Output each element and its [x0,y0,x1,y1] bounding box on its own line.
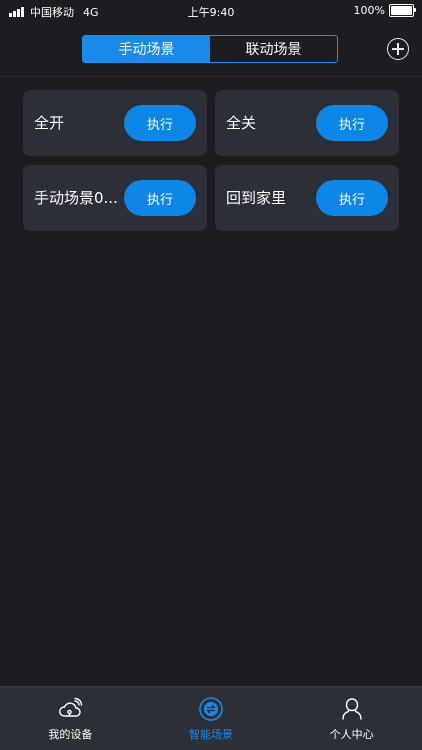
tab-personal-center[interactable]: 个人中心 [281,687,422,750]
scene-card: 全开 执行 [23,90,207,156]
scene-name: 全关 [226,114,257,132]
tab-manual-scene[interactable]: 手动场景 [83,36,210,62]
tab-label: 我的设备 [48,728,93,741]
scene-type-switch: 手动场景 联动场景 [82,35,338,63]
execute-button[interactable]: 执行 [124,180,196,216]
scene-name: 回到家里 [226,189,287,207]
execute-button[interactable]: 执行 [316,180,388,216]
battery-icon [389,4,416,17]
tab-my-devices[interactable]: 我的设备 [0,687,141,750]
status-bar: 中国移动 4G 上午9:40 100% [0,0,422,22]
header: 手动场景 联动场景 [0,22,422,77]
bottom-tab-bar: 我的设备 智能场景 个人中心 [0,686,422,750]
status-right: 100% [353,4,416,17]
tab-linkage-scene[interactable]: 联动场景 [210,36,337,62]
tab-label: 个人中心 [329,728,374,741]
scene-card: 全关 执行 [215,90,399,156]
tab-smart-scene[interactable]: 智能场景 [141,687,282,750]
cloud-device-icon [59,697,83,717]
add-scene-button[interactable] [387,38,409,60]
scene-card: 手动场景0... 执行 [23,165,207,231]
tab-label: 智能场景 [189,728,233,741]
execute-button[interactable]: 执行 [124,105,196,141]
scene-card: 回到家里 执行 [215,165,399,231]
person-icon [341,698,362,720]
scene-name: 手动场景0... [34,189,118,207]
scene-grid: 全开 执行 全关 执行 手动场景0... 执行 回到家里 执行 [23,90,399,231]
battery-percent: 100% [353,4,385,17]
execute-button[interactable]: 执行 [316,105,388,141]
smart-scene-icon [199,697,223,721]
scene-name: 全开 [34,114,65,132]
